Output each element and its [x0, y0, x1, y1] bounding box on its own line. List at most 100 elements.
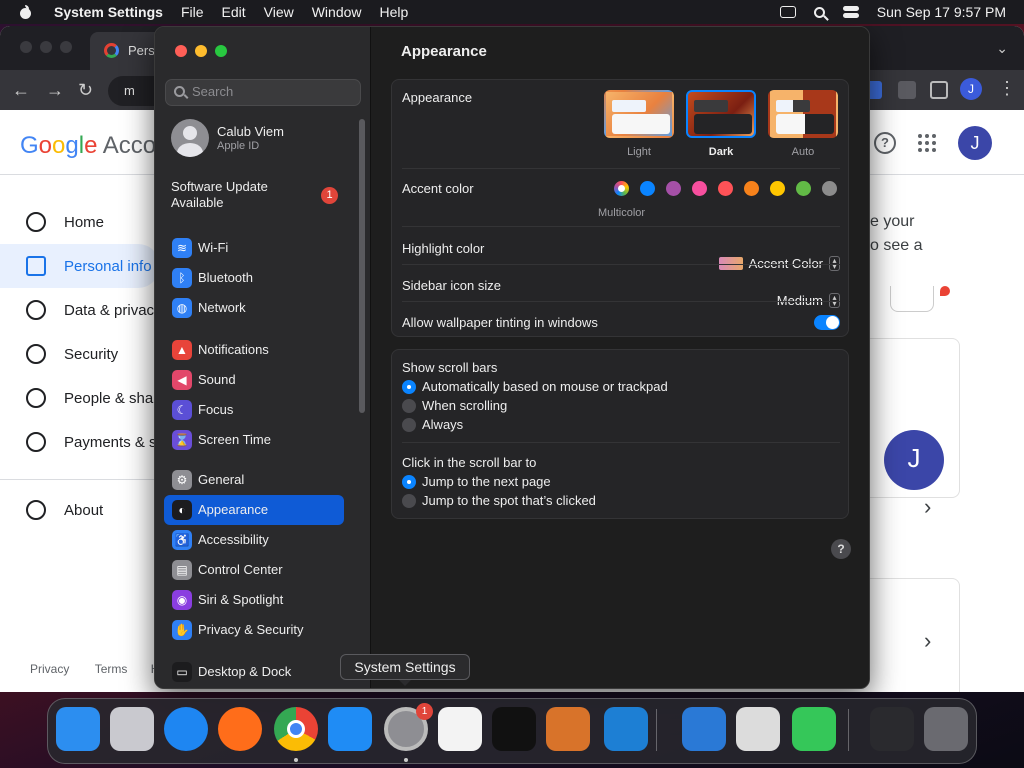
sidebar-item-appearance[interactable]: ◐ Appearance: [164, 495, 344, 525]
dock-safari-icon[interactable]: [164, 707, 208, 751]
dock-vscode-icon[interactable]: [604, 707, 648, 751]
sidebar-item-sound[interactable]: ◀ Sound: [164, 365, 344, 395]
radio-jump-next-page[interactable]: Jump to the next page: [402, 473, 802, 491]
chrome-zoom-button[interactable]: [60, 41, 72, 53]
sidebar-item-general[interactable]: ⚙ General: [164, 465, 344, 495]
dock-downloads-icon[interactable]: [870, 707, 914, 751]
accent-color-swatch[interactable]: [640, 181, 655, 196]
menu-window[interactable]: Window: [312, 4, 362, 20]
forward-arrow-icon[interactable]: →: [46, 80, 64, 101]
theme-light-label: Light: [627, 146, 651, 158]
sidebar-item-accessibility[interactable]: ♿ Accessibility: [164, 525, 344, 555]
radio-scroll-when-scrolling[interactable]: When scrolling: [402, 397, 802, 415]
footer-terms-link[interactable]: Terms: [95, 662, 128, 676]
menu-edit[interactable]: Edit: [222, 4, 246, 20]
accent-color-swatch[interactable]: [718, 181, 733, 196]
nav-security[interactable]: Security: [0, 332, 160, 376]
chevron-right-icon[interactable]: ›: [924, 494, 931, 520]
nav-payments[interactable]: Payments & s: [0, 420, 160, 464]
menu-view[interactable]: View: [264, 4, 294, 20]
accent-color-swatch[interactable]: [770, 181, 785, 196]
sidebar-item-privacy-security[interactable]: ✋ Privacy & Security: [164, 615, 344, 645]
menu-clock[interactable]: Sun Sep 17 9:57 PM: [877, 4, 1006, 20]
radio-scroll-always[interactable]: Always: [402, 416, 802, 434]
chrome-close-button[interactable]: [20, 41, 32, 53]
nav-home[interactable]: Home: [0, 200, 160, 244]
nav-people-sharing[interactable]: People & shar: [0, 376, 160, 420]
nav-personal-info[interactable]: Personal info: [0, 244, 160, 288]
menu-file[interactable]: File: [181, 4, 204, 20]
theme-light-option[interactable]: [604, 90, 674, 138]
reload-icon[interactable]: ↻: [78, 80, 93, 101]
wallpaper-tinting-toggle[interactable]: [814, 315, 840, 330]
chevron-right-icon[interactable]: ›: [924, 628, 931, 654]
dock-terminal-icon[interactable]: [492, 707, 536, 751]
theme-auto-option[interactable]: [768, 90, 838, 138]
chrome-minimize-button[interactable]: [40, 41, 52, 53]
nav-data-privacy[interactable]: Data & privac: [0, 288, 160, 332]
dock-garageband-icon[interactable]: [546, 707, 590, 751]
accent-color-swatch[interactable]: [666, 181, 681, 196]
help-icon[interactable]: ?: [874, 132, 896, 154]
software-update-row[interactable]: Software Update Available 1: [171, 179, 351, 211]
accent-color-swatch[interactable]: [692, 181, 707, 196]
help-button[interactable]: ?: [831, 539, 851, 559]
accent-color-swatch[interactable]: [744, 181, 759, 196]
search-input[interactable]: [192, 84, 352, 99]
dock-boot-camp-icon[interactable]: [736, 707, 780, 751]
dock-app-store-icon[interactable]: [328, 707, 372, 751]
dock-textedit-icon[interactable]: [438, 707, 482, 751]
profile-photo-avatar[interactable]: J: [884, 430, 944, 490]
radio-jump-to-spot[interactable]: Jump to the spot that’s clicked: [402, 492, 802, 510]
sidebar-item-siri-spotlight[interactable]: ◉ Siri & Spotlight: [164, 585, 344, 615]
radio-scroll-automatic[interactable]: Automatically based on mouse or trackpad: [402, 378, 802, 396]
apps-grid-icon[interactable]: [918, 134, 936, 152]
minimize-button[interactable]: [195, 45, 207, 57]
control-center-icon[interactable]: [842, 6, 859, 18]
nav-about[interactable]: About: [0, 488, 160, 532]
close-button[interactable]: [175, 45, 187, 57]
dock-icon: ▭: [172, 662, 192, 682]
dock-launchpad-icon[interactable]: [110, 707, 154, 751]
sidebar-item-label: Notifications: [198, 342, 269, 357]
sidebar-scrollbar[interactable]: [359, 119, 365, 413]
profile-avatar[interactable]: J: [960, 78, 982, 100]
dock-chrome-icon[interactable]: [274, 707, 318, 751]
accent-color-swatch[interactable]: [822, 181, 837, 196]
dock-separator: [848, 709, 849, 751]
menu-help[interactable]: Help: [380, 4, 409, 20]
accent-multicolor-swatch[interactable]: [614, 181, 629, 196]
back-arrow-icon[interactable]: ←: [12, 80, 30, 101]
side-panel-icon[interactable]: [930, 81, 948, 99]
account-avatar[interactable]: J: [958, 126, 992, 160]
accent-color-swatch[interactable]: [796, 181, 811, 196]
settings-sidebar: Calub Viem Apple ID Software Update Avai…: [155, 27, 371, 688]
screen-mirroring-icon[interactable]: [779, 6, 796, 18]
dock-xcode-icon[interactable]: [682, 707, 726, 751]
apple-id-row[interactable]: Calub Viem Apple ID: [171, 119, 361, 159]
sidebar-item-control-center[interactable]: ▤ Control Center: [164, 555, 344, 585]
sidebar-item-focus[interactable]: ☾ Focus: [164, 395, 344, 425]
tab-search-chevron-icon[interactable]: ⌄: [996, 40, 1008, 57]
spotlight-icon[interactable]: [813, 6, 825, 18]
sidebar-item-screen-time[interactable]: ⌛ Screen Time: [164, 425, 344, 455]
dock-finder-icon[interactable]: [56, 707, 100, 751]
app-menu[interactable]: System Settings: [54, 4, 163, 20]
dock-firefox-icon[interactable]: [218, 707, 262, 751]
sidebar-item-desktop-dock[interactable]: ▭ Desktop & Dock: [164, 657, 344, 687]
sidebar-item-label: Network: [198, 300, 246, 315]
theme-dark-option[interactable]: [686, 90, 756, 138]
footer-privacy-link[interactable]: Privacy: [30, 662, 69, 676]
sidebar-item-label: Privacy & Security: [198, 622, 304, 637]
sidebar-item-bluetooth[interactable]: ᛒ Bluetooth: [164, 263, 344, 293]
sidebar-item-notifications[interactable]: ▲ Notifications: [164, 335, 344, 365]
kebab-menu-icon[interactable]: ⋮: [998, 78, 1016, 99]
dock-facetime-icon[interactable]: [792, 707, 836, 751]
sidebar-search[interactable]: [165, 79, 361, 106]
dock-trash-icon[interactable]: [924, 707, 968, 751]
puzzle-icon[interactable]: [898, 81, 916, 99]
sidebar-item-network[interactable]: ◍ Network: [164, 293, 344, 323]
zoom-button[interactable]: [215, 45, 227, 57]
sidebar-item-wi-fi[interactable]: ≋ Wi-Fi: [164, 233, 344, 263]
apple-menu-icon[interactable]: [18, 5, 32, 19]
